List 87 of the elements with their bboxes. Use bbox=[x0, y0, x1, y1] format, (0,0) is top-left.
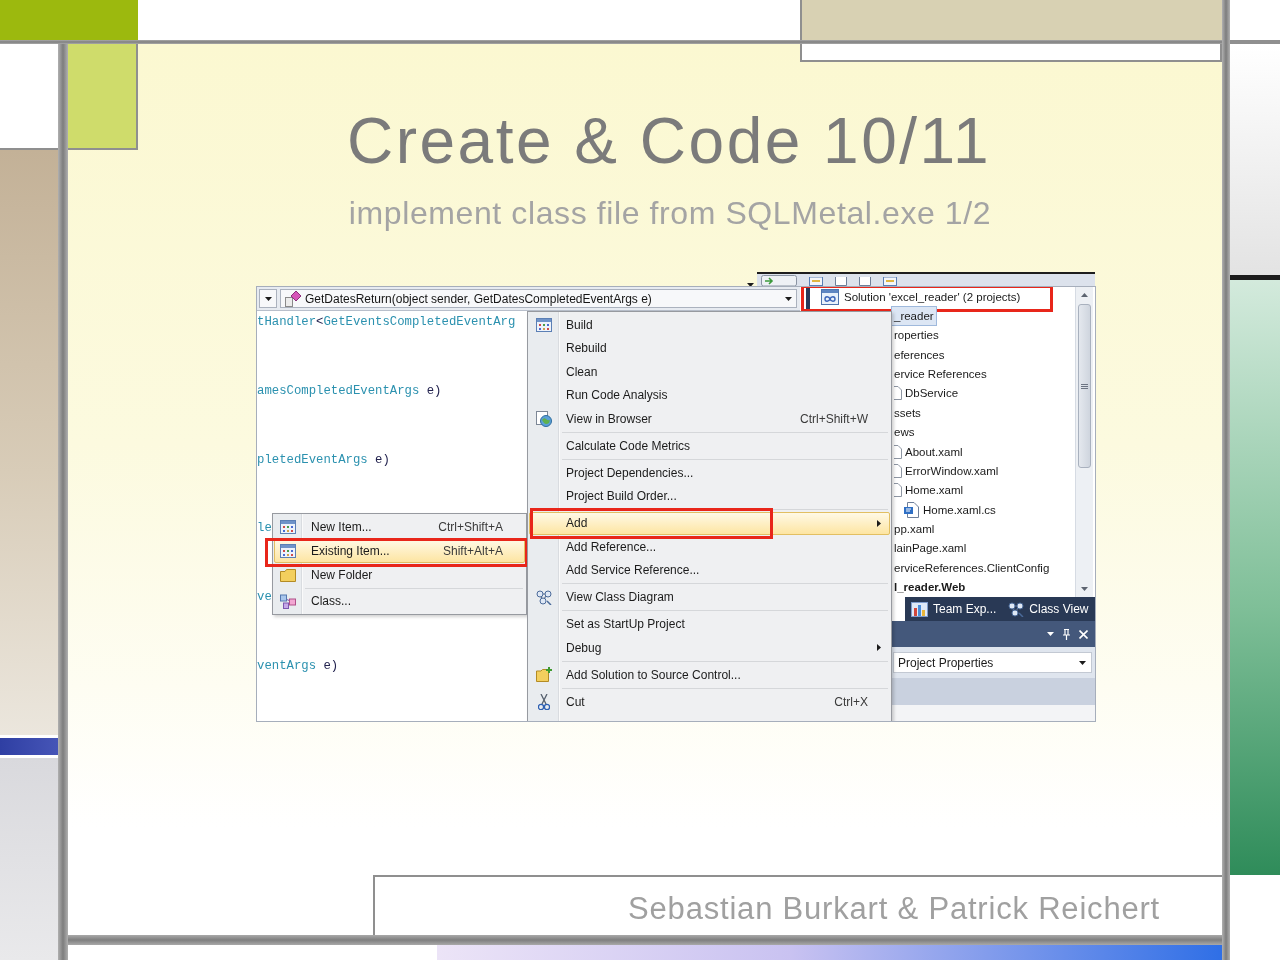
pin-icon[interactable] bbox=[1063, 628, 1070, 640]
page-icon bbox=[894, 483, 902, 498]
slide-subtitle: implement class file from SQLMetal.exe 1/2 bbox=[348, 197, 992, 229]
menu-item[interactable]: View in Browser Ctrl+Shift+W bbox=[529, 407, 890, 431]
close-icon[interactable] bbox=[1079, 629, 1088, 639]
shortcut-text: Ctrl+Shift+W bbox=[800, 411, 868, 426]
window-icon bbox=[280, 544, 296, 558]
menu-item[interactable]: Rebuild bbox=[529, 336, 890, 360]
window-icon[interactable] bbox=[883, 277, 897, 286]
tree-item[interactable]: l_reader.Web bbox=[891, 577, 969, 597]
page-icon bbox=[894, 386, 902, 401]
menu-item[interactable]: Class... bbox=[274, 589, 525, 613]
shortcut-text: Ctrl+Shift+A bbox=[438, 520, 503, 534]
tree-item[interactable]: DbService bbox=[891, 383, 962, 404]
diamond-icon bbox=[285, 290, 301, 307]
accent-stripe bbox=[0, 738, 58, 755]
menu-item[interactable]: Build bbox=[529, 313, 890, 337]
shortcut-text: Ctrl+X bbox=[834, 694, 868, 709]
tree-item[interactable]: ssets bbox=[891, 403, 924, 423]
tree-item[interactable]: ErrorWindow.xaml bbox=[891, 461, 1002, 481]
menu-item[interactable]: Run Code Analysis bbox=[529, 383, 890, 407]
tree-item[interactable]: roperties bbox=[891, 325, 942, 346]
folder-icon bbox=[280, 568, 296, 582]
caret-down-icon bbox=[785, 296, 792, 301]
nodes-icon bbox=[280, 593, 296, 609]
nodes-icon bbox=[1008, 601, 1025, 617]
bar-chart-icon bbox=[911, 601, 928, 617]
menu-item[interactable]: Set as StartUp Project bbox=[529, 612, 890, 636]
menu-item[interactable]: View Class Diagram bbox=[529, 585, 890, 609]
page-icon[interactable] bbox=[835, 277, 847, 286]
code-line: amesCompletedEventArgs e) bbox=[257, 382, 442, 400]
tree-item[interactable]: Home.xaml.cs bbox=[901, 499, 999, 520]
tree-item[interactable]: pp.xaml bbox=[891, 519, 938, 539]
tree-item[interactable]: eferences bbox=[891, 345, 948, 365]
member-dropdown[interactable]: GetDatesReturn(object sender, GetDatesCompletedEventArgs e) bbox=[280, 289, 797, 308]
tree-item[interactable]: ervice References bbox=[891, 364, 990, 384]
code-page-icon bbox=[904, 501, 919, 518]
menu-item[interactable]: Add Reference... bbox=[529, 535, 890, 559]
code-line: le bbox=[257, 520, 272, 538]
code-line: ventArgs e) bbox=[257, 658, 339, 675]
page-icon bbox=[894, 444, 902, 459]
page-icon bbox=[894, 463, 902, 478]
code-line: tHandler<GetEventsCompletedEventArg bbox=[257, 314, 516, 331]
caret-down-icon bbox=[1079, 660, 1086, 665]
code-line: ve bbox=[257, 589, 272, 607]
scissors-icon bbox=[538, 693, 550, 710]
object-selector[interactable]: Project Properties bbox=[893, 652, 1092, 673]
scrollbar[interactable] bbox=[1075, 287, 1093, 597]
menu-item[interactable]: Add Solution to Source Control... bbox=[529, 663, 890, 687]
window-icon bbox=[536, 317, 552, 332]
code-line: pletedEventArgs e) bbox=[257, 451, 390, 469]
page-icon[interactable] bbox=[859, 277, 871, 286]
footer-text: Sebastian Burkart & Patrick Reichert bbox=[628, 892, 1160, 926]
menu-item[interactable]: Calculate Code Metrics bbox=[529, 434, 890, 458]
caret-down-icon bbox=[265, 296, 272, 301]
tree-item[interactable]: lainPage.xaml bbox=[891, 538, 970, 559]
tree-item[interactable]: Home.xaml bbox=[891, 480, 967, 500]
window-icon[interactable] bbox=[809, 277, 823, 286]
caret-right-icon bbox=[876, 519, 881, 527]
tree-item[interactable]: erviceReferences.ClientConfig bbox=[891, 558, 1053, 578]
nodes-icon bbox=[536, 589, 552, 605]
caret-down-icon[interactable] bbox=[1047, 632, 1054, 636]
tree-item[interactable]: About.xaml bbox=[891, 441, 966, 462]
window-icon bbox=[821, 288, 839, 305]
window-icon bbox=[280, 520, 296, 534]
menu-item[interactable]: Clean bbox=[529, 360, 890, 384]
slide-title: Create & Code 10/11 bbox=[347, 109, 991, 173]
type-dropdown[interactable] bbox=[259, 289, 277, 308]
tab[interactable]: Class View bbox=[1004, 599, 1093, 619]
menu-item[interactable]: New Folder bbox=[274, 563, 525, 587]
shortcut-text: Shift+Alt+A bbox=[442, 544, 503, 558]
caret-right-icon bbox=[876, 644, 881, 652]
scrollbar-thumb[interactable] bbox=[1078, 304, 1091, 468]
folder-plus-icon bbox=[535, 667, 553, 683]
menu-item[interactable]: Debug bbox=[529, 636, 890, 660]
globe-icon bbox=[536, 410, 552, 427]
menu-item[interactable]: Project Dependencies... bbox=[529, 461, 890, 485]
caret-up-icon[interactable] bbox=[1081, 293, 1088, 297]
menu-item[interactable]: New Item... Ctrl+Shift+A bbox=[274, 515, 525, 539]
menu-item[interactable]: Add Service Reference... bbox=[529, 558, 890, 582]
grip-icon bbox=[1081, 383, 1088, 389]
tree-item[interactable]: _reader bbox=[891, 306, 937, 326]
menu-item[interactable]: Cut Ctrl+X bbox=[529, 690, 890, 714]
menu-item[interactable]: Project Build Order... bbox=[529, 484, 890, 508]
tree-item[interactable]: ews bbox=[891, 422, 918, 442]
arrow-icon[interactable] bbox=[761, 275, 797, 286]
tab[interactable]: Team Exp... bbox=[907, 599, 1001, 619]
